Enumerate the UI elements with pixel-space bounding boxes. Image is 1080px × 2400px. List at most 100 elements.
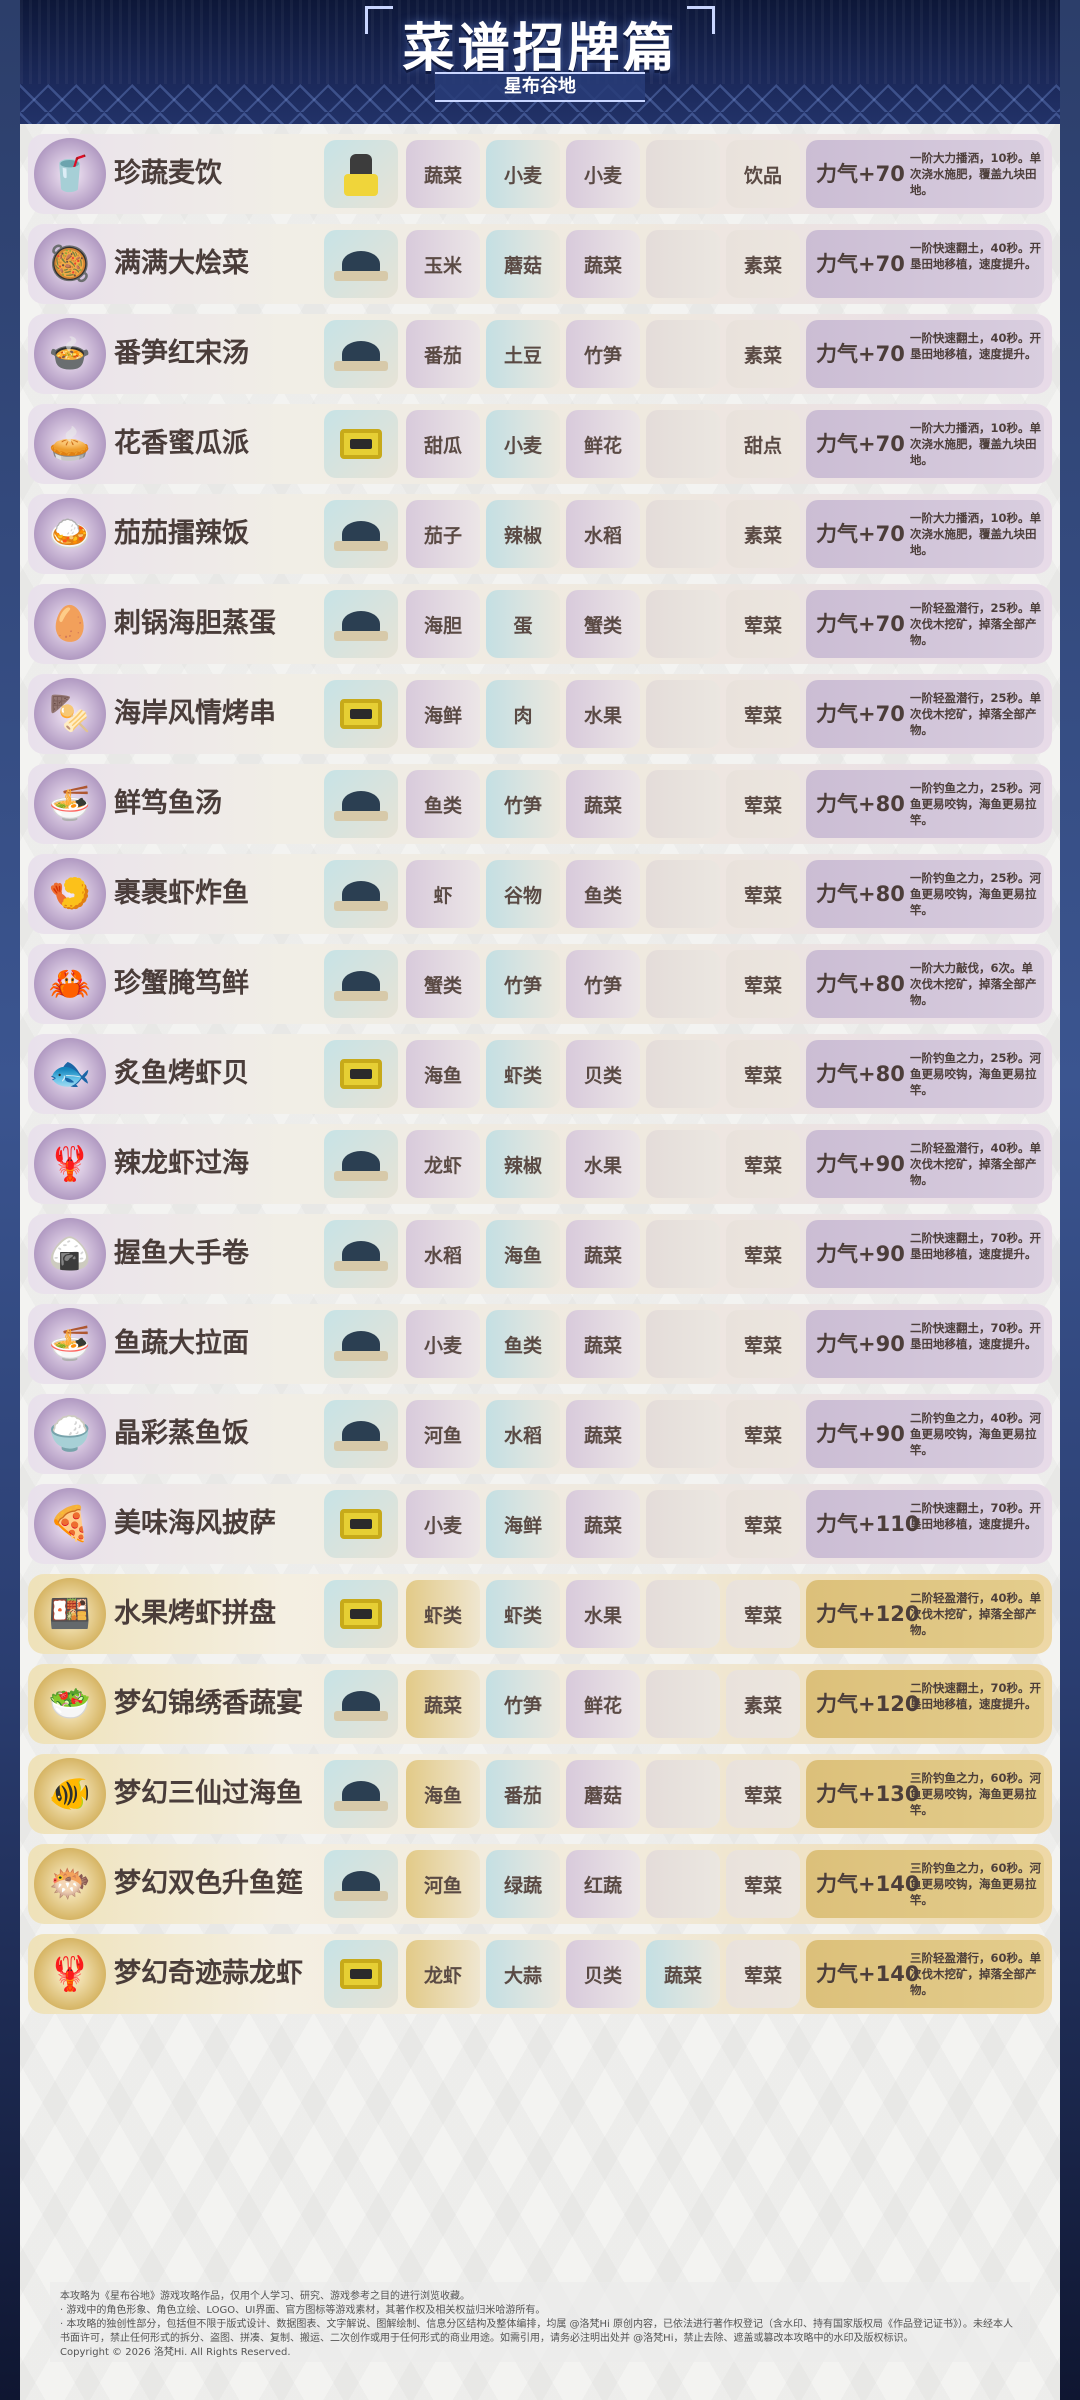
ingredient-slot: 谷物 xyxy=(486,860,560,928)
ingredient-slot: 茄子 xyxy=(406,500,480,568)
effect-description: 三阶钓鱼之力，60秒。河鱼更易咬钩，海鱼更易拉竿。 xyxy=(910,1771,1042,1817)
pot-shape xyxy=(334,251,388,281)
ingredient-slot: 贝类 xyxy=(566,1940,640,2008)
power-value: 力气+110 xyxy=(816,1512,920,1536)
dish-icon: 🥗 xyxy=(34,1668,106,1740)
effect-description: 二阶轻盈潜行，40秒。单次伐木挖矿，掉落全部产物。 xyxy=(910,1141,1042,1187)
empty-ingredient-slot xyxy=(646,680,720,748)
recipe-row[interactable]: 🍱 水果烤虾拼盘 虾类 虾类 水果 荤菜 力气+120 二阶轻盈潜行，40秒。单次伐木挖矿，掉… xyxy=(28,1574,1052,1654)
category-label: 素菜 xyxy=(726,320,800,388)
pot-shape xyxy=(334,341,388,371)
ingredient-slot: 虾类 xyxy=(486,1040,560,1108)
recipe-row[interactable]: 🐠 梦幻三仙过海鱼 海鱼 番茄 蘑菇 荤菜 力气+130 三阶钓鱼之力，60秒。河鱼更易咬钩，… xyxy=(28,1754,1052,1834)
recipe-row[interactable]: 🦞 辣龙虾过海 龙虾 辣椒 水果 荤菜 力气+90 二阶轻盈潜行，40秒。单次伐木挖矿，掉落全… xyxy=(28,1124,1052,1204)
recipe-row[interactable]: 🦀 珍蟹腌笃鲜 蟹类 竹笋 竹笋 荤菜 力气+80 一阶大力敲伐，6次。单次伐木挖矿，掉落全部… xyxy=(28,944,1052,1024)
page-frame: 菜谱招牌篇 星布谷地 🥤 珍蔬麦饮 蔬菜 小麦 小麦 饮品 力气+70 一阶大力播洒，10秒。… xyxy=(20,0,1060,2400)
recipe-row[interactable]: 🍛 茄茄擂辣饭 茄子 辣椒 水稻 素菜 力气+70 一阶大力播洒，10秒。单次浇水施肥，覆盖九… xyxy=(28,494,1052,574)
recipe-row[interactable]: 🍲 番笋红宋汤 番茄 土豆 竹笋 素菜 力气+70 一阶快速翻土，40秒。开垦田地移植，速度提… xyxy=(28,314,1052,394)
empty-ingredient-slot xyxy=(646,230,720,298)
recipe-name: 刺锅海胆蒸蛋 xyxy=(114,608,276,639)
appliance-pot-icon xyxy=(324,320,398,388)
effect-panel: 力气+90 二阶钓鱼之力，40秒。河鱼更易咬钩，海鱼更易拉竿。 xyxy=(806,1400,1044,1468)
recipe-row[interactable]: 🍚 晶彩蒸鱼饭 河鱼 水稻 蔬菜 荤菜 力气+90 二阶钓鱼之力，40秒。河鱼更易咬钩，海鱼更… xyxy=(28,1394,1052,1474)
empty-ingredient-slot xyxy=(646,860,720,928)
category-label: 荤菜 xyxy=(726,860,800,928)
ingredient-slot: 蔬菜 xyxy=(566,1400,640,1468)
recipe-row[interactable]: 🍤 裹裹虾炸鱼 虾谷物 鱼类 荤菜 力气+80 一阶钓鱼之力，25秒。河鱼更易咬钩，海鱼更易… xyxy=(28,854,1052,934)
recipe-row[interactable]: 🍕 美味海风披萨 小麦 海鲜 蔬菜 荤菜 力气+110 二阶快速翻土，70秒。开垦田地移植，速… xyxy=(28,1484,1052,1564)
ingredient-slot: 鱼类 xyxy=(406,770,480,838)
recipe-name: 美味海风披萨 xyxy=(114,1508,276,1539)
effect-description: 二阶快速翻土，70秒。开垦田地移植，速度提升。 xyxy=(910,1321,1042,1351)
ingredient-slot: 甜瓜 xyxy=(406,410,480,478)
pot-shape xyxy=(334,1871,388,1901)
empty-ingredient-slot xyxy=(646,770,720,838)
ingredient-slot: 绿蔬 xyxy=(486,1850,560,1918)
recipe-row[interactable]: 🦞 梦幻奇迹蒜龙虾 龙虾 大蒜 贝类 蔬菜 荤菜 力气+140 三阶轻盈潜行，60秒。单次伐木挖… xyxy=(28,1934,1052,2014)
dish-icon: 🐡 xyxy=(34,1848,106,1920)
effect-description: 一阶大力播洒，10秒。单次浇水施肥，覆盖九块田地。 xyxy=(910,151,1042,197)
effect-panel: 力气+140 三阶钓鱼之力，60秒。河鱼更易咬钩，海鱼更易拉竿。 xyxy=(806,1850,1044,1918)
recipe-row[interactable]: 🥤 珍蔬麦饮 蔬菜 小麦 小麦 饮品 力气+70 一阶大力播洒，10秒。单次浇水施肥，覆盖九块… xyxy=(28,134,1052,214)
empty-ingredient-slot xyxy=(646,1040,720,1108)
ingredient-slot: 番茄 xyxy=(406,320,480,388)
power-value: 力气+70 xyxy=(816,162,905,186)
appliance-pot-icon xyxy=(324,1310,398,1378)
appliance-pot-icon xyxy=(324,230,398,298)
recipe-row[interactable]: 🍙 握鱼大手卷 水稻 海鱼 蔬菜 荤菜 力气+90 二阶快速翻土，70秒。开垦田地移植，速度提… xyxy=(28,1214,1052,1294)
ingredient-slot: 海鱼 xyxy=(406,1040,480,1108)
ingredient-slot: 竹笋 xyxy=(486,770,560,838)
recipe-row[interactable]: 🍜 鲜笃鱼汤 鱼类 竹笋 蔬菜 荤菜 力气+80 一阶钓鱼之力，25秒。河鱼更易咬钩，海鱼更易… xyxy=(28,764,1052,844)
recipe-name: 梦幻锦绣香蔬宴 xyxy=(114,1688,303,1719)
recipe-name: 花香蜜瓜派 xyxy=(114,428,249,459)
ingredient-slot: 小麦 xyxy=(566,140,640,208)
category-label: 荤菜 xyxy=(726,1850,800,1918)
effect-description: 二阶快速翻土，70秒。开垦田地移植，速度提升。 xyxy=(910,1501,1042,1531)
appliance-oven-icon xyxy=(324,1040,398,1108)
appliance-pot-icon xyxy=(324,1400,398,1468)
recipe-row[interactable]: 🍜 鱼蔬大拉面 小麦 鱼类 蔬菜 荤菜 力气+90 二阶快速翻土，70秒。开垦田地移植，速度提… xyxy=(28,1304,1052,1384)
ingredient-slot: 蘑菇 xyxy=(566,1760,640,1828)
recipe-name: 炙鱼烤虾贝 xyxy=(114,1058,249,1089)
appliance-pot-icon xyxy=(324,1760,398,1828)
pot-shape xyxy=(334,1151,388,1181)
pot-shape xyxy=(334,521,388,551)
power-value: 力气+140 xyxy=(816,1962,920,1986)
recipe-row[interactable]: 🥧 花香蜜瓜派 甜瓜 小麦 鲜花 甜点 力气+70 一阶大力播洒，10秒。单次浇水施肥，覆盖九… xyxy=(28,404,1052,484)
power-value: 力气+90 xyxy=(816,1422,905,1446)
empty-ingredient-slot xyxy=(646,1490,720,1558)
appliance-pot-icon xyxy=(324,1220,398,1288)
ingredient-slot: 鱼类 xyxy=(486,1310,560,1378)
power-value: 力气+70 xyxy=(816,252,905,276)
effect-panel: 力气+140 三阶轻盈潜行，60秒。单次伐木挖矿，掉落全部产物。 xyxy=(806,1940,1044,2008)
recipe-row[interactable]: 🥘 满满大烩菜 玉米 蘑菇 蔬菜 素菜 力气+70 一阶快速翻土，40秒。开垦田地移植，速度提… xyxy=(28,224,1052,304)
category-label: 甜点 xyxy=(726,410,800,478)
ingredient-slot: 虾类 xyxy=(486,1580,560,1648)
power-value: 力气+120 xyxy=(816,1602,920,1626)
category-label: 荤菜 xyxy=(726,1490,800,1558)
empty-ingredient-slot xyxy=(646,500,720,568)
effect-description: 二阶钓鱼之力，40秒。河鱼更易咬钩，海鱼更易拉竿。 xyxy=(910,1411,1042,1457)
recipe-row[interactable]: 🍢 海岸风情烤串 海鲜肉水果 荤菜 力气+70 一阶轻盈潜行，25秒。单次伐木挖矿，掉落全… xyxy=(28,674,1052,754)
recipe-name: 握鱼大手卷 xyxy=(114,1238,249,1269)
recipe-row[interactable]: 🐟 炙鱼烤虾贝 海鱼 虾类 贝类 荤菜 力气+80 一阶钓鱼之力，25秒。河鱼更易咬钩，海鱼更… xyxy=(28,1034,1052,1114)
appliance-oven-icon xyxy=(324,410,398,478)
effect-description: 三阶轻盈潜行，60秒。单次伐木挖矿，掉落全部产物。 xyxy=(910,1951,1042,1997)
power-value: 力气+90 xyxy=(816,1332,905,1356)
appliance-pot-icon xyxy=(324,770,398,838)
recipe-row[interactable]: 🥗 梦幻锦绣香蔬宴 蔬菜 竹笋 鲜花 素菜 力气+120 二阶快速翻土，70秒。开垦田地移植，… xyxy=(28,1664,1052,1744)
dish-icon: 🥘 xyxy=(34,228,106,300)
appliance-pot-icon xyxy=(324,950,398,1018)
effect-panel: 力气+70 一阶大力播洒，10秒。单次浇水施肥，覆盖九块田地。 xyxy=(806,410,1044,478)
effect-panel: 力气+70 一阶大力播洒，10秒。单次浇水施肥，覆盖九块田地。 xyxy=(806,500,1044,568)
recipe-row[interactable]: 🐡 梦幻双色升鱼筵 河鱼 绿蔬 红蔬 荤菜 力气+140 三阶钓鱼之力，60秒。河鱼更易咬钩，… xyxy=(28,1844,1052,1924)
ingredient-slot: 土豆 xyxy=(486,320,560,388)
power-value: 力气+90 xyxy=(816,1242,905,1266)
oven-shape xyxy=(340,1059,382,1089)
recipe-row[interactable]: 🥚 刺锅海胆蒸蛋 海胆蛋蟹类 荤菜 力气+70 一阶轻盈潜行，25秒。单次伐木挖矿，掉落全… xyxy=(28,584,1052,664)
empty-ingredient-slot xyxy=(646,1580,720,1648)
ingredient-slot: 蔬菜 xyxy=(406,1670,480,1738)
appliance-blender-icon xyxy=(324,140,398,208)
effect-panel: 力气+120 二阶快速翻土，70秒。开垦田地移植，速度提升。 xyxy=(806,1670,1044,1738)
category-label: 荤菜 xyxy=(726,1220,800,1288)
